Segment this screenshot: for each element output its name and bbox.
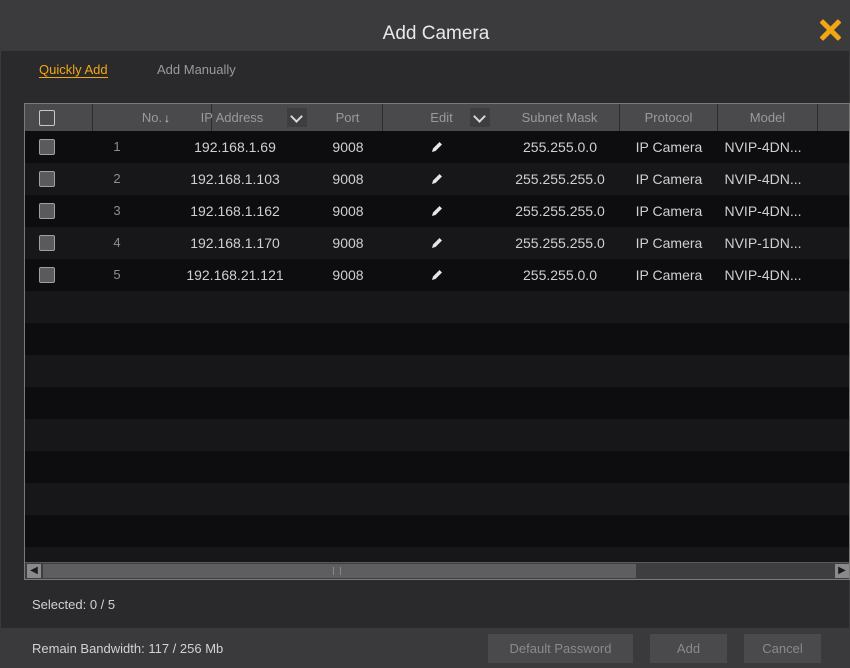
- row-port: 9008: [332, 139, 364, 155]
- table-row[interactable]: 3 192.168.1.162 9008 255.255.255.0 IP Ca…: [25, 195, 849, 227]
- chevron-down-icon[interactable]: [470, 108, 490, 127]
- horizontal-scrollbar[interactable]: ◀ ▶: [25, 562, 849, 579]
- pencil-icon[interactable]: [430, 140, 444, 154]
- default-password-button[interactable]: Default Password: [488, 634, 633, 663]
- row-protocol: IP Camera: [635, 171, 703, 187]
- select-all-header: [25, 104, 93, 131]
- column-protocol[interactable]: Protocol: [620, 104, 718, 131]
- select-all-checkbox[interactable]: [39, 110, 55, 126]
- row-model: NVIP-4DN...: [724, 139, 802, 155]
- row-subnet-mask: 255.255.0.0: [523, 267, 597, 283]
- row-model: NVIP-4DN...: [724, 267, 802, 283]
- row-model: NVIP-1DN...: [724, 235, 802, 251]
- table-row[interactable]: 4 192.168.1.170 9008 255.255.255.0 IP Ca…: [25, 227, 849, 259]
- row-ip-address: 192.168.21.121: [186, 267, 284, 283]
- table-row[interactable]: 5 192.168.21.121 9008 255.255.0.0 IP Cam…: [25, 259, 849, 291]
- empty-row: [25, 291, 849, 323]
- title-bar: Add Camera: [1, 1, 850, 51]
- column-port[interactable]: Port: [313, 104, 383, 131]
- add-camera-dialog: Add Camera Quickly Add Add Manually No. …: [0, 0, 850, 668]
- footer-bar: Remain Bandwidth: 117 / 256 Mb Default P…: [1, 628, 850, 668]
- row-ip-address: 192.168.1.162: [190, 203, 280, 219]
- scroll-right-icon[interactable]: ▶: [835, 564, 849, 578]
- row-port: 9008: [332, 267, 364, 283]
- row-checkbox[interactable]: [39, 267, 55, 283]
- tab-add-manually[interactable]: Add Manually: [157, 62, 236, 77]
- row-port: 9008: [332, 235, 364, 251]
- row-subnet-mask: 255.255.255.0: [515, 235, 605, 251]
- selected-count: Selected: 0 / 5: [32, 597, 116, 612]
- row-number: 5: [113, 267, 121, 282]
- dialog-title: Add Camera: [382, 23, 490, 44]
- grip-icon: [333, 567, 341, 575]
- row-subnet-mask: 255.255.255.0: [515, 203, 605, 219]
- row-protocol: IP Camera: [635, 139, 703, 155]
- tab-quickly-add[interactable]: Quickly Add: [39, 62, 108, 78]
- row-protocol: IP Camera: [635, 267, 703, 283]
- empty-row: [25, 323, 849, 355]
- scroll-left-icon[interactable]: ◀: [27, 564, 41, 578]
- table-header: No. ↓ IP Address Port Edit Subnet Mask P…: [25, 104, 849, 131]
- chevron-down-icon[interactable]: [287, 108, 307, 127]
- empty-row: [25, 387, 849, 419]
- scrollbar-thumb[interactable]: [43, 564, 636, 578]
- row-port: 9008: [332, 203, 364, 219]
- row-ip-address: 192.168.1.170: [190, 235, 280, 251]
- row-protocol: IP Camera: [635, 235, 703, 251]
- row-port: 9008: [332, 171, 364, 187]
- empty-row: [25, 515, 849, 547]
- row-ip-address: 192.168.1.103: [190, 171, 280, 187]
- remain-bandwidth: Remain Bandwidth: 117 / 256 Mb: [32, 641, 224, 656]
- column-ip-address[interactable]: ↓ IP Address: [155, 104, 309, 131]
- row-number: 3: [113, 203, 121, 218]
- table-row[interactable]: 1 192.168.1.69 9008 255.255.0.0 IP Camer…: [25, 131, 849, 163]
- empty-row: [25, 451, 849, 483]
- row-subnet-mask: 255.255.0.0: [523, 139, 597, 155]
- close-icon[interactable]: [817, 17, 843, 43]
- table-row[interactable]: 2 192.168.1.103 9008 255.255.255.0 IP Ca…: [25, 163, 849, 195]
- row-number: 2: [113, 171, 121, 186]
- row-model: NVIP-4DN...: [724, 203, 802, 219]
- pencil-icon[interactable]: [430, 236, 444, 250]
- column-model[interactable]: Model: [718, 104, 818, 131]
- cancel-button[interactable]: Cancel: [744, 634, 821, 663]
- row-number: 1: [113, 139, 121, 154]
- column-edit[interactable]: Edit: [383, 104, 500, 131]
- pencil-icon[interactable]: [430, 268, 444, 282]
- row-protocol: IP Camera: [635, 203, 703, 219]
- row-checkbox[interactable]: [39, 235, 55, 251]
- pencil-icon[interactable]: [430, 204, 444, 218]
- row-subnet-mask: 255.255.255.0: [515, 171, 605, 187]
- sort-arrow-icon[interactable]: ↓: [161, 104, 173, 132]
- column-ip-address-label: IP Address: [200, 110, 264, 125]
- empty-row: [25, 355, 849, 387]
- column-edit-label: Edit: [430, 110, 453, 125]
- empty-row: [25, 483, 849, 515]
- row-checkbox[interactable]: [39, 139, 55, 155]
- row-checkbox[interactable]: [39, 171, 55, 187]
- row-number: 4: [113, 235, 121, 250]
- row-ip-address: 192.168.1.69: [194, 139, 276, 155]
- camera-table: No. ↓ IP Address Port Edit Subnet Mask P…: [24, 103, 850, 580]
- empty-row: [25, 419, 849, 451]
- pencil-icon[interactable]: [430, 172, 444, 186]
- add-button[interactable]: Add: [650, 634, 727, 663]
- row-checkbox[interactable]: [39, 203, 55, 219]
- column-subnet-mask[interactable]: Subnet Mask: [500, 104, 620, 131]
- row-model: NVIP-4DN...: [724, 171, 802, 187]
